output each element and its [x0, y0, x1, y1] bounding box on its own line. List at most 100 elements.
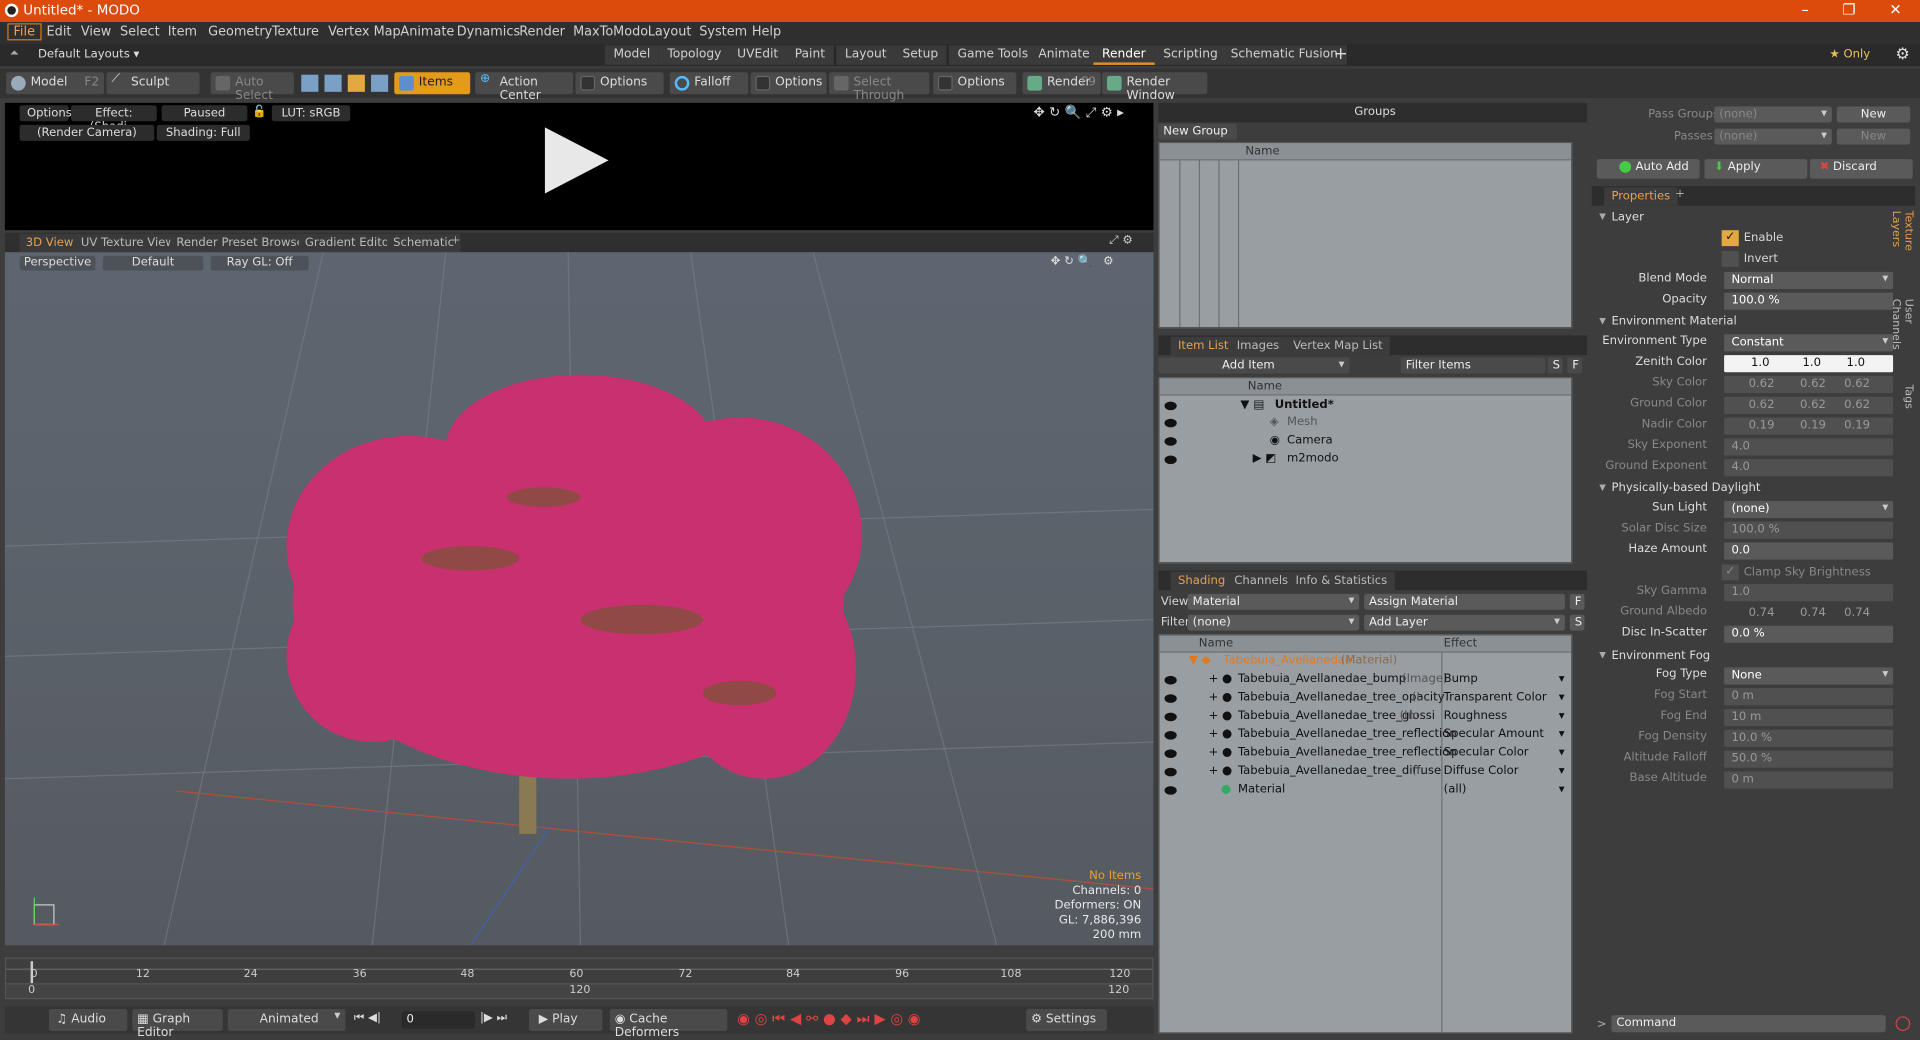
fog-section[interactable]: Environment Fog [1597, 649, 1893, 666]
minimize-button[interactable]: – [1793, 1, 1817, 21]
viewport-nav-icons[interactable]: ✥ ↻ 🔍 ⚙ [1051, 255, 1114, 268]
fog-start-field[interactable]: 0 m [1724, 688, 1894, 706]
menu-maxtomodo[interactable]: MaxToModo [573, 24, 648, 39]
menu-dynamics[interactable]: Dynamics [457, 24, 520, 39]
disc-inscatter-field[interactable]: 0.0 % [1724, 625, 1894, 643]
command-input[interactable]: Command [1611, 1015, 1886, 1033]
passes-dropdown[interactable]: (none) [1714, 128, 1832, 145]
layout-tab-uvedit[interactable]: UVEdit [728, 45, 789, 65]
materials-mode-icon[interactable] [371, 74, 389, 92]
default-layouts-dropdown[interactable]: Default Layouts ▾ [38, 48, 139, 61]
filter-s-button[interactable]: S [1547, 357, 1563, 374]
sculpt-button[interactable]: ⟋ Sculpt [106, 72, 200, 95]
menu-system[interactable]: System [699, 24, 747, 39]
list-item[interactable]: ◈ Mesh [1160, 415, 1571, 432]
only-toggle[interactable]: ★ Only [1829, 48, 1870, 61]
menu-vertex-map[interactable]: Vertex Map [328, 24, 401, 39]
command-history-icon[interactable] [1895, 1016, 1911, 1032]
new-group-button[interactable]: New Group [1158, 123, 1237, 140]
lock-icon[interactable]: 🔓 [252, 105, 267, 118]
ground-exponent-field[interactable]: 4.0 [1724, 459, 1894, 477]
fog-density-field[interactable]: 10.0 % [1724, 729, 1894, 747]
shader-layer-row[interactable]: + ● Tabebuia_Avellanedae_tree_diffuse (I..… [1160, 764, 1571, 781]
menu-item[interactable]: Item [168, 24, 197, 39]
menu-view[interactable]: View [81, 24, 112, 39]
menu-file[interactable]: File [7, 23, 42, 41]
tab-schematic[interactable]: Schematic [386, 233, 461, 253]
edges-mode-icon[interactable] [324, 74, 342, 92]
layout-arrow-icon[interactable]: ⏶ [10, 47, 19, 60]
tab-uv-texture-view[interactable]: UV Texture View [74, 233, 181, 253]
playhead[interactable] [30, 961, 34, 984]
viewport-expand-icon[interactable]: ⤢ ⚙ [1109, 234, 1132, 247]
shading-f-button[interactable]: F [1569, 593, 1585, 610]
options-button-3[interactable]: Options [933, 72, 1017, 95]
invert-checkbox[interactable] [1721, 251, 1739, 267]
shading-dropdown[interactable]: Shading: Full [156, 124, 250, 141]
tab-vertex-map-list[interactable]: Vertex Map List [1285, 336, 1391, 356]
select-through-button[interactable]: Select Through [828, 72, 930, 103]
next-key-icons[interactable]: |▶ ⏭ [480, 1011, 507, 1024]
nadir-color-field[interactable]: 0.19 0.19 0.19 [1724, 417, 1894, 435]
action-center-button[interactable]: ⊕ Action Center [475, 72, 574, 103]
menu-select[interactable]: Select [120, 24, 160, 39]
model-button[interactable]: Model F2 [6, 72, 105, 95]
polygons-mode-icon[interactable] [347, 74, 365, 92]
timeline[interactable]: 0 12 24 36 48 60 72 84 96 108 120 0 120 … [4, 957, 1154, 1000]
items-button[interactable]: Items [394, 72, 471, 95]
side-tab-user-channels[interactable]: User Channels [1889, 299, 1913, 377]
render-button[interactable]: Render F9 [1022, 72, 1101, 95]
play-icon[interactable] [544, 127, 609, 194]
auto-select-button[interactable]: Auto Select [210, 72, 294, 103]
filter-f-button[interactable]: F [1567, 357, 1583, 374]
auto-add-button[interactable]: ⬤ Auto Add [1596, 159, 1700, 179]
assign-material-button[interactable]: Assign Material [1364, 593, 1565, 610]
ground-color-field[interactable]: 0.62 0.62 0.62 [1724, 396, 1894, 414]
shader-layer-row[interactable]: + ● Tabebuia_Avellanedae_tree_reflection S… [1160, 746, 1571, 763]
layout-tab-scripting[interactable]: Scripting [1154, 45, 1228, 65]
layout-tab-schematic-fusion[interactable]: Schematic Fusion [1222, 45, 1348, 65]
add-layer-dropdown[interactable]: Add Layer [1364, 614, 1565, 631]
preview-view-controls-icon[interactable]: ✥ ↻ 🔍 ⤢ ⚙ ▸ [1033, 104, 1123, 121]
shader-layer-row[interactable]: + ● Tabebuia_Avellanedae_tree_opacity (I..… [1160, 691, 1571, 708]
3d-viewport[interactable]: Perspective Default Ray GL: Off ✥ ↻ 🔍 ⚙ … [4, 252, 1154, 946]
frame-input[interactable]: 0 [401, 1011, 476, 1029]
cache-deformers-button[interactable]: ◉ Cache Deformers [609, 1008, 728, 1040]
fog-type-dropdown[interactable]: None [1724, 667, 1894, 685]
maximize-button[interactable]: ❐ [1837, 1, 1861, 21]
render-window-button[interactable]: Render Window [1102, 72, 1208, 103]
ray-gl-toggle[interactable]: Ray GL: Off [210, 255, 309, 271]
layer-section[interactable]: Layer [1597, 211, 1893, 228]
layout-tab-animate[interactable]: Animate [1029, 45, 1100, 65]
menu-animate[interactable]: Animate [400, 24, 454, 39]
blend-mode-dropdown[interactable]: Normal [1724, 271, 1894, 289]
opacity-field[interactable]: 100.0 % [1724, 292, 1894, 310]
add-tab-icon[interactable]: + [451, 234, 461, 247]
gear-icon[interactable]: ⚙ [1896, 45, 1910, 63]
list-item[interactable]: ▶ ◩ m2modo [1160, 452, 1571, 469]
haze-amount-field[interactable]: 0.0 [1724, 542, 1894, 560]
list-item[interactable]: ▼ ▤ Untitled* [1160, 398, 1571, 415]
tab-gradient-editor[interactable]: Gradient Editor [298, 233, 400, 253]
add-item-dropdown[interactable]: Add Item [1158, 357, 1350, 374]
sky-gamma-field[interactable]: 1.0 [1724, 584, 1894, 602]
perspective-dropdown[interactable]: Perspective [19, 255, 96, 271]
add-tab-icon[interactable]: + [1675, 187, 1685, 200]
range-bar[interactable]: 0 120 120 [6, 983, 1153, 998]
groups-list[interactable]: Name [1158, 142, 1573, 329]
enable-checkbox[interactable]: ✓ [1721, 230, 1739, 247]
settings-button[interactable]: ⚙ Settings [1026, 1008, 1107, 1032]
tab-info-statistics[interactable]: Info & Statistics [1288, 571, 1395, 591]
graph-editor-button[interactable]: ▦ Graph Editor [132, 1008, 223, 1040]
clamp-sky-checkbox[interactable]: ✓ [1721, 564, 1739, 581]
item-list[interactable]: Name ▼ ▤ Untitled* ◈ Mesh ◉ Camera ▶ ◩ m2mod… [1158, 377, 1573, 564]
animated-dropdown[interactable]: Animated [227, 1008, 346, 1032]
layout-tab-setup[interactable]: Setup [893, 45, 948, 65]
side-tab-texture-layers[interactable]: Texture Layers [1889, 211, 1913, 289]
ground-albedo-field[interactable]: 0.74 0.74 0.74 [1724, 605, 1893, 622]
preview-options-button[interactable]: Options [19, 105, 72, 122]
shader-layer-row[interactable]: ● Material (all) ▾ [1160, 782, 1571, 799]
tab-properties[interactable]: Properties [1604, 187, 1678, 206]
pass-groups-dropdown[interactable]: (none) [1714, 106, 1832, 123]
env-material-section[interactable]: Environment Material [1597, 315, 1893, 332]
